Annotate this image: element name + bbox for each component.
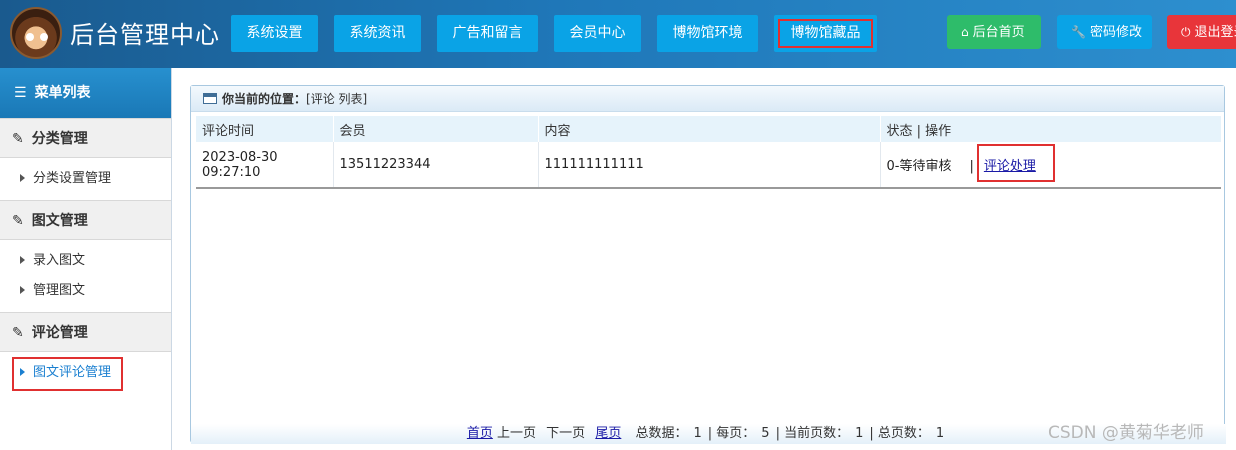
- table-row: 2023-08-30 09:27:10 13511223344 11111111…: [196, 142, 1221, 189]
- first-page-link[interactable]: 首页: [467, 426, 493, 441]
- section-category-management[interactable]: ✎ 分类管理: [0, 118, 171, 158]
- separator: |: [969, 159, 974, 174]
- table-header-row: 评论时间 会员 内容 状态 | 操作: [196, 116, 1221, 142]
- prev-page-text: 上一页: [497, 426, 537, 441]
- current-page-value: 1: [855, 426, 864, 441]
- sidebar-item-manage-articles[interactable]: 管理图文: [0, 276, 171, 306]
- nav-museum-collection[interactable]: 博物馆藏品: [774, 15, 877, 52]
- per-page-value: 5: [761, 426, 770, 441]
- column-header: 会员: [333, 116, 539, 142]
- caret-right-icon: [20, 286, 25, 294]
- window-icon: [203, 93, 217, 104]
- power-icon: ⏻: [1181, 25, 1191, 39]
- column-header: 内容: [538, 116, 881, 142]
- home-icon: ⌂: [961, 25, 969, 39]
- sidebar-header: ☰ 菜单列表: [0, 68, 171, 118]
- per-page-label: | 每页：: [707, 426, 756, 441]
- top-header: 后台管理中心 系统设置 系统资讯 广告和留言 会员中心 博物馆环境 博物馆藏品 …: [0, 0, 1236, 68]
- total-pages-label: | 总页数：: [869, 426, 930, 441]
- total-pages-value: 1: [935, 426, 945, 441]
- list-icon: ☰: [14, 85, 27, 101]
- last-page-link[interactable]: 尾页: [595, 426, 621, 441]
- app-title: 后台管理中心: [70, 21, 220, 49]
- edit-icon: ✎: [12, 325, 24, 341]
- sidebar-item-category-settings[interactable]: 分类设置管理: [0, 164, 171, 194]
- wrench-icon: 🔧: [1071, 25, 1086, 39]
- sidebar-item-add-article[interactable]: 录入图文: [0, 246, 171, 276]
- nav-museum-environment[interactable]: 博物馆环境: [657, 15, 758, 52]
- sidebar: ☰ 菜单列表 ✎ 分类管理 分类设置管理 ✎ 图文管理 录入图文 管理图文 ✎ 评论管理…: [0, 68, 172, 450]
- nav-member-center[interactable]: 会员中心: [554, 15, 641, 52]
- avatar-logo: [10, 7, 62, 59]
- section-article-management[interactable]: ✎ 图文管理: [0, 200, 171, 240]
- current-page-label: | 当前页数：: [775, 426, 850, 441]
- nav-system-news[interactable]: 系统资讯: [334, 15, 421, 52]
- status-text: 0-等待审核: [886, 159, 952, 174]
- edit-icon: ✎: [12, 213, 24, 229]
- main-panel: 你当前的位置：[评论 列表] 评论时间 会员 内容 状态 | 操作 2023-0…: [190, 85, 1226, 444]
- edit-icon: ✎: [12, 131, 24, 147]
- total-value: 1: [693, 426, 702, 441]
- total-label: 总数据：: [635, 426, 688, 441]
- comment-table: 评论时间 会员 内容 状态 | 操作 2023-08-30 09:27:10 1…: [196, 116, 1221, 189]
- nav-ads-messages[interactable]: 广告和留言: [437, 15, 538, 52]
- section-comment-management[interactable]: ✎ 评论管理: [0, 312, 171, 352]
- column-header: 状态 | 操作: [880, 116, 1221, 142]
- highlight-box: [977, 144, 1055, 182]
- content-cell: 111111111111: [538, 142, 881, 189]
- column-header: 评论时间: [196, 116, 334, 142]
- breadcrumb: 你当前的位置：[评论 列表]: [191, 86, 1224, 112]
- nav-system-settings[interactable]: 系统设置: [231, 15, 318, 52]
- logout-button[interactable]: ⏻退出登录: [1167, 15, 1236, 49]
- watermark: CSDN @黄菊华老师: [1048, 423, 1204, 443]
- home-button[interactable]: ⌂ 后台首页: [947, 15, 1041, 49]
- caret-right-icon: [20, 256, 25, 264]
- comment-time-cell: 2023-08-30 09:27:10: [196, 142, 334, 189]
- next-page-text: 下一页: [546, 426, 586, 441]
- member-cell: 13511223344: [333, 142, 539, 189]
- highlight-box: [12, 357, 123, 391]
- change-password-button[interactable]: 🔧 密码修改: [1057, 15, 1152, 49]
- caret-right-icon: [20, 174, 25, 182]
